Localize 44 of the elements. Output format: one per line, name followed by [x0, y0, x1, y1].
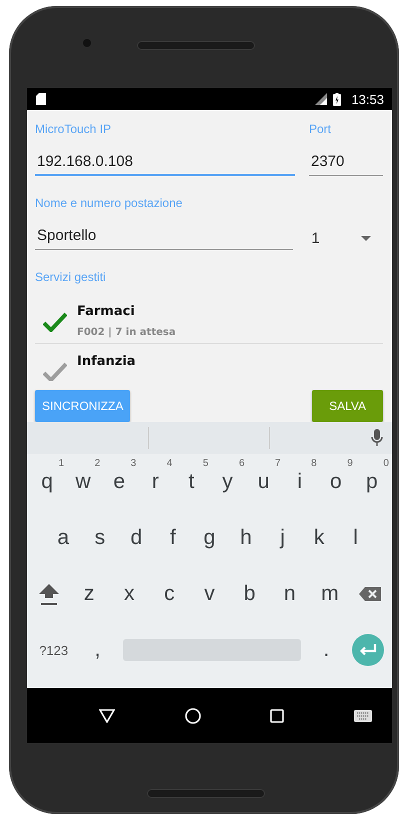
input-field[interactable]: 192.168.0.108	[35, 152, 295, 176]
keyboard-key[interactable]: k	[306, 518, 332, 558]
keyboard-key[interactable]: h	[233, 518, 259, 558]
keyboard-key[interactable]: b	[236, 574, 263, 614]
keyboard-key[interactable]: x	[116, 574, 142, 614]
microphone-icon	[371, 429, 384, 447]
keyboard-icon[interactable]	[354, 710, 372, 722]
keyboard-key[interactable]: z	[76, 574, 102, 614]
keyboard-key[interactable]: l	[342, 518, 369, 558]
backspace-key-icon[interactable]	[358, 587, 381, 601]
keyboard-key[interactable]: c	[156, 574, 182, 614]
signal-icon	[315, 93, 328, 105]
keyboard-key[interactable]: v	[196, 574, 222, 614]
overview-icon[interactable]	[270, 708, 284, 722]
field-label: Nome e numero postazione	[35, 196, 182, 210]
keyboard-key[interactable]: g	[196, 518, 222, 558]
keyboard-key[interactable]: j	[270, 518, 296, 558]
keyboard-key[interactable]: n	[276, 574, 303, 614]
camera-icon	[83, 39, 91, 47]
back-icon[interactable]	[99, 708, 115, 722]
service-name: Infanzia	[77, 354, 136, 369]
dropdown[interactable]: 1	[311, 226, 383, 250]
keyboard-key[interactable]: ,	[84, 630, 111, 670]
keyboard-key[interactable]: d	[123, 518, 150, 558]
input-field[interactable]: 2370	[309, 152, 383, 176]
field-label: Port	[309, 122, 332, 136]
battery-icon	[333, 92, 342, 106]
keyboard-key[interactable]: m	[316, 574, 343, 614]
section-label: Servizi gestiti	[35, 270, 107, 284]
keyboard-key[interactable]: s	[86, 518, 113, 558]
service-item[interactable]: Farmaci F002 | 7 in attesa	[35, 298, 383, 344]
sd-card-icon	[36, 93, 46, 105]
keyboard-key[interactable]: a	[50, 518, 76, 558]
input-field[interactable]: Sportello	[35, 226, 294, 250]
service-name: Farmaci	[77, 304, 136, 319]
service-detail: F002 | 7 in attesa	[77, 327, 176, 338]
caret-icon	[361, 236, 371, 240]
keyboard-key[interactable]: .	[313, 630, 340, 670]
keyboard-key[interactable]: f	[160, 518, 186, 558]
symbols-key[interactable]: ?123	[35, 630, 72, 670]
shift-key-icon[interactable]	[38, 583, 60, 605]
status-time: 13:53	[351, 92, 384, 106]
field-label: MicroTouch IP	[35, 122, 112, 136]
home-icon[interactable]	[184, 708, 201, 724]
